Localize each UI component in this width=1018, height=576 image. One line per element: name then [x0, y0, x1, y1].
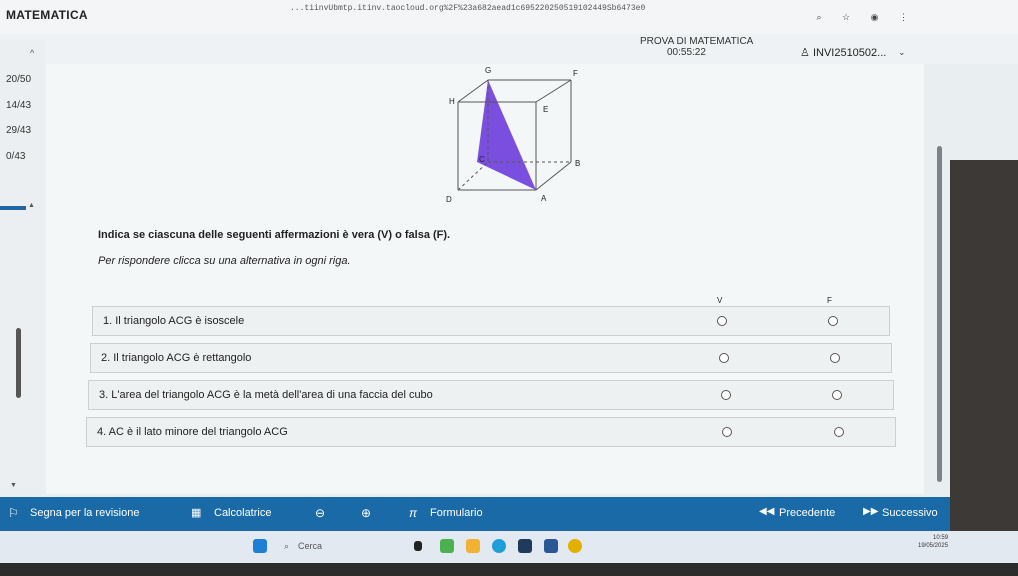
formulary-button[interactable]: Formulario: [430, 507, 483, 519]
chevron-up-icon[interactable]: ▲: [28, 202, 35, 209]
radio-false-1[interactable]: [828, 316, 838, 326]
previous-button[interactable]: Precedente: [779, 507, 835, 519]
instruction-hint: Per rispondere clicca su una alternativa…: [98, 255, 351, 267]
review-button[interactable]: Segna per la revisione: [30, 507, 139, 519]
clock-time: 10:59: [933, 535, 949, 541]
statement-text: 1. Il triangolo ACG è isoscele: [103, 315, 245, 327]
clock: 10:59 19/05/2025: [918, 534, 948, 550]
triangle-acg: [477, 80, 536, 190]
label-h: H: [449, 97, 455, 106]
profile-icon[interactable]: ◉: [871, 12, 879, 22]
instruction: Indica se ciascuna delle seguenti afferm…: [98, 229, 451, 241]
label-f: F: [573, 69, 578, 78]
sidebar-item-2[interactable]: 14/43: [6, 100, 31, 111]
app-icon-3[interactable]: [544, 539, 558, 553]
radio-true-4[interactable]: [722, 427, 732, 437]
flag-icon: ⚐: [8, 506, 19, 520]
column-true: V: [717, 296, 723, 305]
sidebar: ^ 20/50 14/43 29/43 0/43 ▲: [0, 40, 46, 490]
statement-row-2: 2. Il triangolo ACG è rettangolo: [90, 343, 892, 373]
statement-text: 2. Il triangolo ACG è rettangolo: [101, 352, 252, 364]
folder-icon[interactable]: [466, 539, 480, 553]
clock-date: 19/05/2025: [918, 543, 949, 549]
label-b: B: [575, 159, 580, 168]
chrome-icon[interactable]: [568, 539, 582, 553]
next-button[interactable]: Successivo: [882, 507, 938, 519]
radio-false-3[interactable]: [832, 390, 842, 400]
browser-chrome: MATEMATICA ...tiinvUbmtp.itinv.taocloud.…: [0, 0, 1018, 35]
pi-icon: π: [409, 506, 418, 520]
monitor-bezel: [0, 563, 1018, 576]
cube-figure: G F H E C B D A: [446, 66, 580, 204]
taskview-icon[interactable]: [414, 541, 422, 551]
statement-text: 3. L'area del triangolo ACG è la metà de…: [99, 389, 433, 401]
footer-toolbar: ⚐ Segna per la revisione ▦ Calcolatrice …: [0, 497, 950, 531]
user-icon: ♙: [800, 47, 810, 59]
address-bar[interactable]: ...tiinvUbmtp.itinv.taocloud.org%2F%23a6…: [290, 4, 645, 13]
app-icon-2[interactable]: [518, 539, 532, 553]
menu-icon[interactable]: ⋮: [899, 12, 908, 22]
background-photo: [950, 160, 1018, 570]
star-icon[interactable]: ☆: [842, 12, 850, 22]
chevron-up-icon[interactable]: ^: [30, 48, 34, 58]
label-c: C: [479, 155, 485, 164]
user-name: INVI2510502...: [812, 47, 887, 59]
sidebar-item-1[interactable]: 20/50: [6, 74, 31, 85]
zoom-icon[interactable]: ⌕: [816, 12, 821, 22]
zoom-in-icon[interactable]: ⊕: [361, 506, 371, 520]
previous-icon: ◀◀: [759, 506, 775, 517]
edge-icon[interactable]: [492, 539, 506, 553]
statement-row-4: 4. AC è il lato minore del triangolo ACG: [86, 417, 896, 447]
calculator-button[interactable]: Calcolatrice: [214, 507, 271, 519]
statement-row-1: 1. Il triangolo ACG è isoscele: [92, 306, 890, 336]
taskbar-search[interactable]: ⌕ Cerca: [278, 537, 408, 557]
column-false: F: [827, 296, 832, 305]
search-placeholder: Cerca: [298, 541, 323, 551]
exam-title: PROVA DI MATEMATICA: [640, 36, 754, 47]
timer: 00:55:22: [667, 47, 706, 58]
taskbar: ⌕ Cerca 10:59 19/05/2025: [0, 531, 1018, 563]
calculator-icon: ▦: [191, 507, 202, 519]
radio-true-3[interactable]: [721, 390, 731, 400]
user-menu[interactable]: ♙ INVI2510502...: [800, 46, 886, 59]
sidebar-item-3[interactable]: 29/43: [6, 125, 31, 136]
radio-true-2[interactable]: [719, 353, 729, 363]
screen: MATEMATICA ...tiinvUbmtp.itinv.taocloud.…: [0, 0, 1018, 576]
radio-false-4[interactable]: [834, 427, 844, 437]
label-e: E: [543, 105, 548, 114]
app-title: MATEMATICA: [6, 8, 88, 22]
label-a: A: [541, 194, 547, 203]
statement-text: 4. AC è il lato minore del triangolo ACG: [97, 426, 288, 438]
statement-row-3: 3. L'area del triangolo ACG è la metà de…: [88, 380, 894, 410]
browser-actions: ⌕ ☆ ◉ ⋮: [798, 12, 908, 23]
sidebar-item-4[interactable]: 0/43: [6, 151, 25, 162]
windows-start-icon[interactable]: [253, 539, 267, 553]
label-d: D: [446, 195, 452, 204]
search-icon: ⌕: [284, 541, 290, 551]
label-g: G: [485, 66, 491, 75]
left-scrollbar[interactable]: [16, 328, 21, 398]
right-scrollbar[interactable]: [937, 146, 942, 482]
radio-false-2[interactable]: [830, 353, 840, 363]
app-icon-1[interactable]: [440, 539, 454, 553]
exam-header: PROVA DI MATEMATICA 00:55:22 ♙ INVI25105…: [0, 34, 1018, 64]
next-icon: ▶▶: [863, 506, 879, 517]
chevron-down-icon[interactable]: ⌄: [898, 47, 906, 58]
zoom-out-icon[interactable]: ⊖: [315, 506, 325, 520]
progress-bar: [0, 206, 26, 210]
radio-true-1[interactable]: [717, 316, 727, 326]
scroll-down-icon[interactable]: ▼: [10, 482, 17, 489]
